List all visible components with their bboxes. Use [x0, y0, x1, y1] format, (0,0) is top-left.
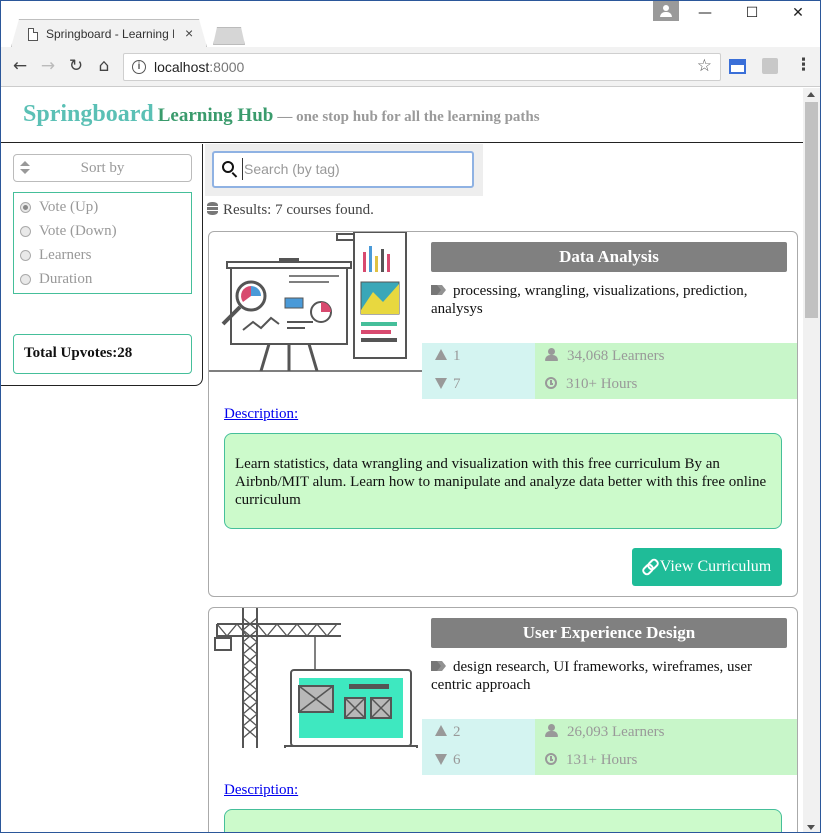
description-link[interactable]: Description:: [224, 782, 298, 799]
clock-icon: [545, 377, 557, 389]
learners-count: 26,093 Learners: [545, 724, 664, 741]
ux-design-illustration: [214, 608, 418, 748]
description-link[interactable]: Description:: [224, 406, 298, 423]
results-count: Results: 7 courses found.: [207, 202, 374, 219]
brand: Springboard Learning Hub — one stop hub …: [23, 101, 540, 128]
total-upvotes: Total Upvotes:28: [13, 334, 192, 374]
hours-count: 131+ Hours: [545, 752, 637, 769]
user-icon: [545, 348, 558, 361]
vote-panel: 2 6: [422, 719, 535, 775]
browser-window: Springboard - Learning H × — ☐ ✕ ← → ↻ ⌂…: [0, 0, 821, 833]
scroll-down-icon[interactable]: [807, 825, 815, 830]
radio-button[interactable]: [20, 202, 31, 213]
url-text: localhost:8000: [154, 59, 245, 75]
scroll-up-icon[interactable]: [807, 92, 815, 97]
menu-dots-icon[interactable]: ⋮: [795, 55, 812, 75]
profile-icon[interactable]: [653, 1, 679, 21]
new-tab-button[interactable]: [213, 27, 245, 45]
search-area: [205, 144, 483, 196]
course-title: User Experience Design: [431, 618, 787, 648]
bookmark-star-icon[interactable]: ☆: [697, 56, 712, 76]
address-bar[interactable]: i localhost:8000 ☆: [123, 53, 721, 81]
description-box: Learn statistics, data wrangling and vis…: [224, 433, 782, 529]
tags-icon: [431, 284, 447, 296]
database-icon: [207, 202, 218, 215]
extension-gear-icon[interactable]: [762, 58, 778, 74]
sidebar: Sort by Vote (Up) Vote (Down) Learners D…: [1, 144, 203, 386]
browser-tab[interactable]: Springboard - Learning H ×: [11, 19, 207, 47]
course-stats: 1 7 34,068 Learners 310+ Hours: [422, 343, 797, 399]
info-icon[interactable]: i: [132, 60, 146, 74]
brand-tagline: — one stop hub for all the learning path…: [277, 109, 540, 125]
hours-count: 310+ Hours: [545, 376, 637, 393]
tags-icon: [431, 660, 447, 672]
clock-icon: [545, 753, 557, 765]
brand-name: Springboard: [23, 101, 154, 127]
course-tags: design research, UI frameworks, wirefram…: [431, 659, 753, 693]
user-icon: [545, 724, 558, 737]
back-arrow-icon[interactable]: ←: [9, 55, 31, 77]
search-box[interactable]: [212, 151, 474, 188]
site-header: Springboard Learning Hub — one stop hub …: [1, 88, 803, 143]
course-title: Data Analysis: [431, 242, 787, 272]
upvote-control[interactable]: 1: [435, 348, 461, 365]
downvote-control[interactable]: 7: [435, 376, 461, 393]
reload-icon[interactable]: ↻: [65, 55, 87, 77]
downvote-icon[interactable]: [435, 378, 447, 389]
sort-button[interactable]: Sort by: [13, 154, 192, 182]
link-icon: [643, 559, 656, 572]
search-icon: [222, 161, 234, 173]
view-curriculum-button[interactable]: View Curriculum: [632, 548, 782, 586]
upvote-icon[interactable]: [435, 349, 447, 360]
vote-panel: 1 7: [422, 343, 535, 399]
description-box: [224, 809, 782, 832]
radio-button[interactable]: [20, 226, 31, 237]
scrollbar[interactable]: [803, 88, 820, 832]
course-meta: 34,068 Learners 310+ Hours: [535, 343, 797, 399]
forward-arrow-icon[interactable]: →: [37, 55, 59, 77]
sort-options: Vote (Up) Vote (Down) Learners Duration: [13, 192, 192, 294]
brand-hub: Learning Hub: [157, 105, 274, 126]
document-icon: [28, 28, 38, 41]
data-analysis-illustration: [209, 232, 423, 372]
extension-window-icon[interactable]: [729, 59, 746, 74]
title-bar: Springboard - Learning H × — ☐ ✕: [1, 1, 820, 47]
course-stats: 2 6 26,093 Learners 131+ Hours: [422, 719, 797, 775]
course-tags: processing, wrangling, visualizations, p…: [431, 283, 748, 317]
page-content: Springboard Learning Hub — one stop hub …: [1, 88, 803, 832]
tab-title: Springboard - Learning H: [46, 27, 174, 41]
course-meta: 26,093 Learners 131+ Hours: [535, 719, 797, 775]
sort-label: Sort by: [80, 160, 125, 176]
close-window-button[interactable]: ✕: [783, 5, 813, 25]
downvote-control[interactable]: 6: [435, 752, 461, 769]
upvote-control[interactable]: 2: [435, 724, 461, 741]
home-icon[interactable]: ⌂: [93, 55, 115, 77]
scrollbar-thumb[interactable]: [805, 102, 818, 318]
maximize-button[interactable]: ☐: [737, 5, 767, 25]
tab-close-icon[interactable]: ×: [185, 25, 193, 41]
learners-count: 34,068 Learners: [545, 348, 664, 365]
downvote-icon[interactable]: [435, 754, 447, 765]
course-card: User Experience Design design research, …: [208, 607, 798, 832]
browser-toolbar: ← → ↻ ⌂ i localhost:8000 ☆ ⋮: [1, 47, 820, 87]
minimize-button[interactable]: —: [690, 5, 720, 25]
course-card: Data Analysis processing, wrangling, vis…: [208, 231, 798, 597]
search-input[interactable]: [242, 158, 467, 180]
radio-button[interactable]: [20, 274, 31, 285]
radio-button[interactable]: [20, 250, 31, 261]
upvote-icon[interactable]: [435, 725, 447, 736]
